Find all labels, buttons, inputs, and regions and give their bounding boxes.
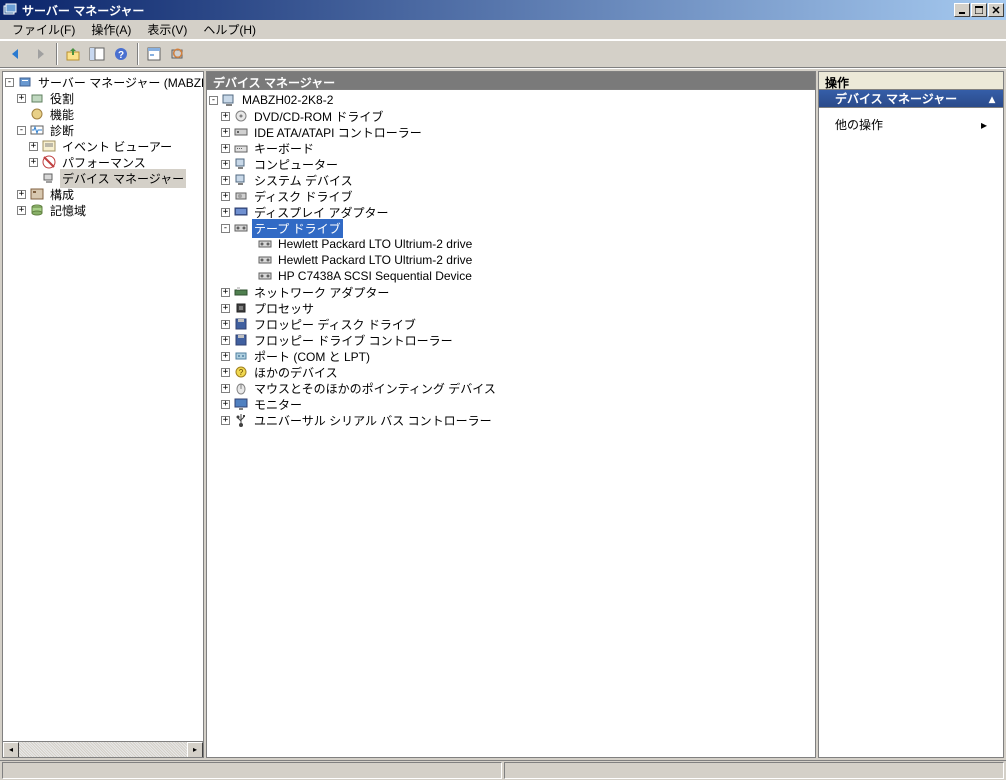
close-button[interactable] <box>988 3 1004 17</box>
tree-root[interactable]: - サーバー マネージャー (MABZH02-2K <box>3 74 203 90</box>
device-usb[interactable]: +ユニバーサル シリアル バス コントローラー <box>207 412 815 428</box>
other-device-icon: ? <box>233 364 249 380</box>
network-icon <box>233 284 249 300</box>
tree-storage[interactable]: + 記憶域 <box>3 202 203 218</box>
back-button[interactable] <box>5 43 27 65</box>
ide-icon <box>233 124 249 140</box>
diagnostics-icon <box>29 122 45 138</box>
computer-icon <box>221 92 237 108</box>
action-label: 他の操作 <box>835 116 883 133</box>
left-panel: - サーバー マネージャー (MABZH02-2K + 役割 機能 - 診断 <box>2 71 204 758</box>
device-label: ユニバーサル シリアル バス コントローラー <box>252 411 494 430</box>
app-icon <box>2 2 18 18</box>
window-controls <box>953 3 1004 17</box>
floppy-controller-icon <box>233 332 249 348</box>
configuration-icon <box>29 186 45 202</box>
server-icon <box>17 74 33 90</box>
collapse-icon: ▴ <box>989 92 995 106</box>
server-manager-tree[interactable]: - サーバー マネージャー (MABZH02-2K + 役割 機能 - 診断 <box>3 72 203 741</box>
tape-drive-icon <box>257 252 273 268</box>
tree-configuration[interactable]: + 構成 <box>3 186 203 202</box>
processor-icon <box>233 300 249 316</box>
actions-section-label: デバイス マネージャー <box>835 90 957 107</box>
statusbar <box>0 760 1006 780</box>
device-label: Hewlett Packard LTO Ultrium-2 drive <box>276 236 474 252</box>
minimize-button[interactable] <box>954 3 970 17</box>
menu-action[interactable]: 操作(A) <box>83 19 139 40</box>
device-tape[interactable]: -テープ ドライブ <box>207 220 815 236</box>
scroll-left-button[interactable]: ◂ <box>3 742 19 758</box>
action-other[interactable]: 他の操作 ▸ <box>819 112 1003 137</box>
menubar: ファイル(F) 操作(A) 表示(V) ヘルプ(H) <box>0 20 1006 40</box>
menu-file[interactable]: ファイル(F) <box>4 19 83 40</box>
usb-icon <box>233 412 249 428</box>
mouse-icon <box>233 380 249 396</box>
actions-panel: 操作 デバイス マネージャー ▴ 他の操作 ▸ <box>818 71 1004 758</box>
system-icon <box>233 172 249 188</box>
chevron-right-icon: ▸ <box>981 118 987 132</box>
properties-button[interactable] <box>143 43 165 65</box>
keyboard-icon <box>233 140 249 156</box>
forward-button[interactable] <box>29 43 51 65</box>
menu-view[interactable]: 表示(V) <box>139 19 195 40</box>
center-panel: デバイス マネージャー - MABZH02-2K8-2 +DVD/CD-ROM … <box>206 71 816 758</box>
status-cell <box>2 762 502 779</box>
help-button[interactable]: ? <box>110 43 132 65</box>
device-label: Hewlett Packard LTO Ultrium-2 drive <box>276 252 474 268</box>
toolbar: ? <box>0 40 1006 68</box>
maximize-button[interactable] <box>971 3 987 17</box>
tape-drive-icon <box>257 236 273 252</box>
storage-icon <box>29 202 45 218</box>
port-icon <box>233 348 249 364</box>
monitor-icon <box>233 396 249 412</box>
svg-text:?: ? <box>239 368 244 377</box>
tree-label: デバイス マネージャー <box>60 169 186 188</box>
left-scrollbar[interactable]: ◂ ▸ <box>3 741 203 757</box>
actions-body: 他の操作 ▸ <box>819 108 1003 141</box>
features-icon <box>29 106 45 122</box>
roles-icon <box>29 90 45 106</box>
performance-icon <box>41 154 57 170</box>
device-tape-child[interactable]: Hewlett Packard LTO Ultrium-2 drive <box>207 236 815 252</box>
show-hide-console-tree-button[interactable] <box>86 43 108 65</box>
tree-label: 記憶域 <box>48 201 88 220</box>
dvd-icon <box>233 108 249 124</box>
display-icon <box>233 204 249 220</box>
event-viewer-icon <box>41 138 57 154</box>
tree-roles[interactable]: + 役割 <box>3 90 203 106</box>
refresh-button[interactable] <box>167 43 189 65</box>
actions-header: 操作 <box>819 72 1003 90</box>
device-label: テープ ドライブ <box>252 219 343 238</box>
floppy-icon <box>233 316 249 332</box>
device-tree[interactable]: - MABZH02-2K8-2 +DVD/CD-ROM ドライブ +IDE AT… <box>207 90 815 757</box>
menu-help[interactable]: ヘルプ(H) <box>195 19 264 40</box>
tree-device-manager[interactable]: デバイス マネージャー <box>3 170 203 186</box>
device-tape-child[interactable]: Hewlett Packard LTO Ultrium-2 drive <box>207 252 815 268</box>
main-area: - サーバー マネージャー (MABZH02-2K + 役割 機能 - 診断 <box>0 68 1006 760</box>
svg-text:?: ? <box>118 50 124 61</box>
center-header: デバイス マネージャー <box>207 72 815 90</box>
up-folder-button[interactable] <box>62 43 84 65</box>
scroll-right-button[interactable]: ▸ <box>187 742 203 758</box>
actions-section-header[interactable]: デバイス マネージャー ▴ <box>819 90 1003 108</box>
status-cell <box>504 762 1004 779</box>
tape-icon <box>233 220 249 236</box>
tree-features[interactable]: 機能 <box>3 106 203 122</box>
computer-node-icon <box>233 156 249 172</box>
titlebar: サーバー マネージャー <box>0 0 1006 20</box>
window-title: サーバー マネージャー <box>22 2 953 19</box>
disk-icon <box>233 188 249 204</box>
